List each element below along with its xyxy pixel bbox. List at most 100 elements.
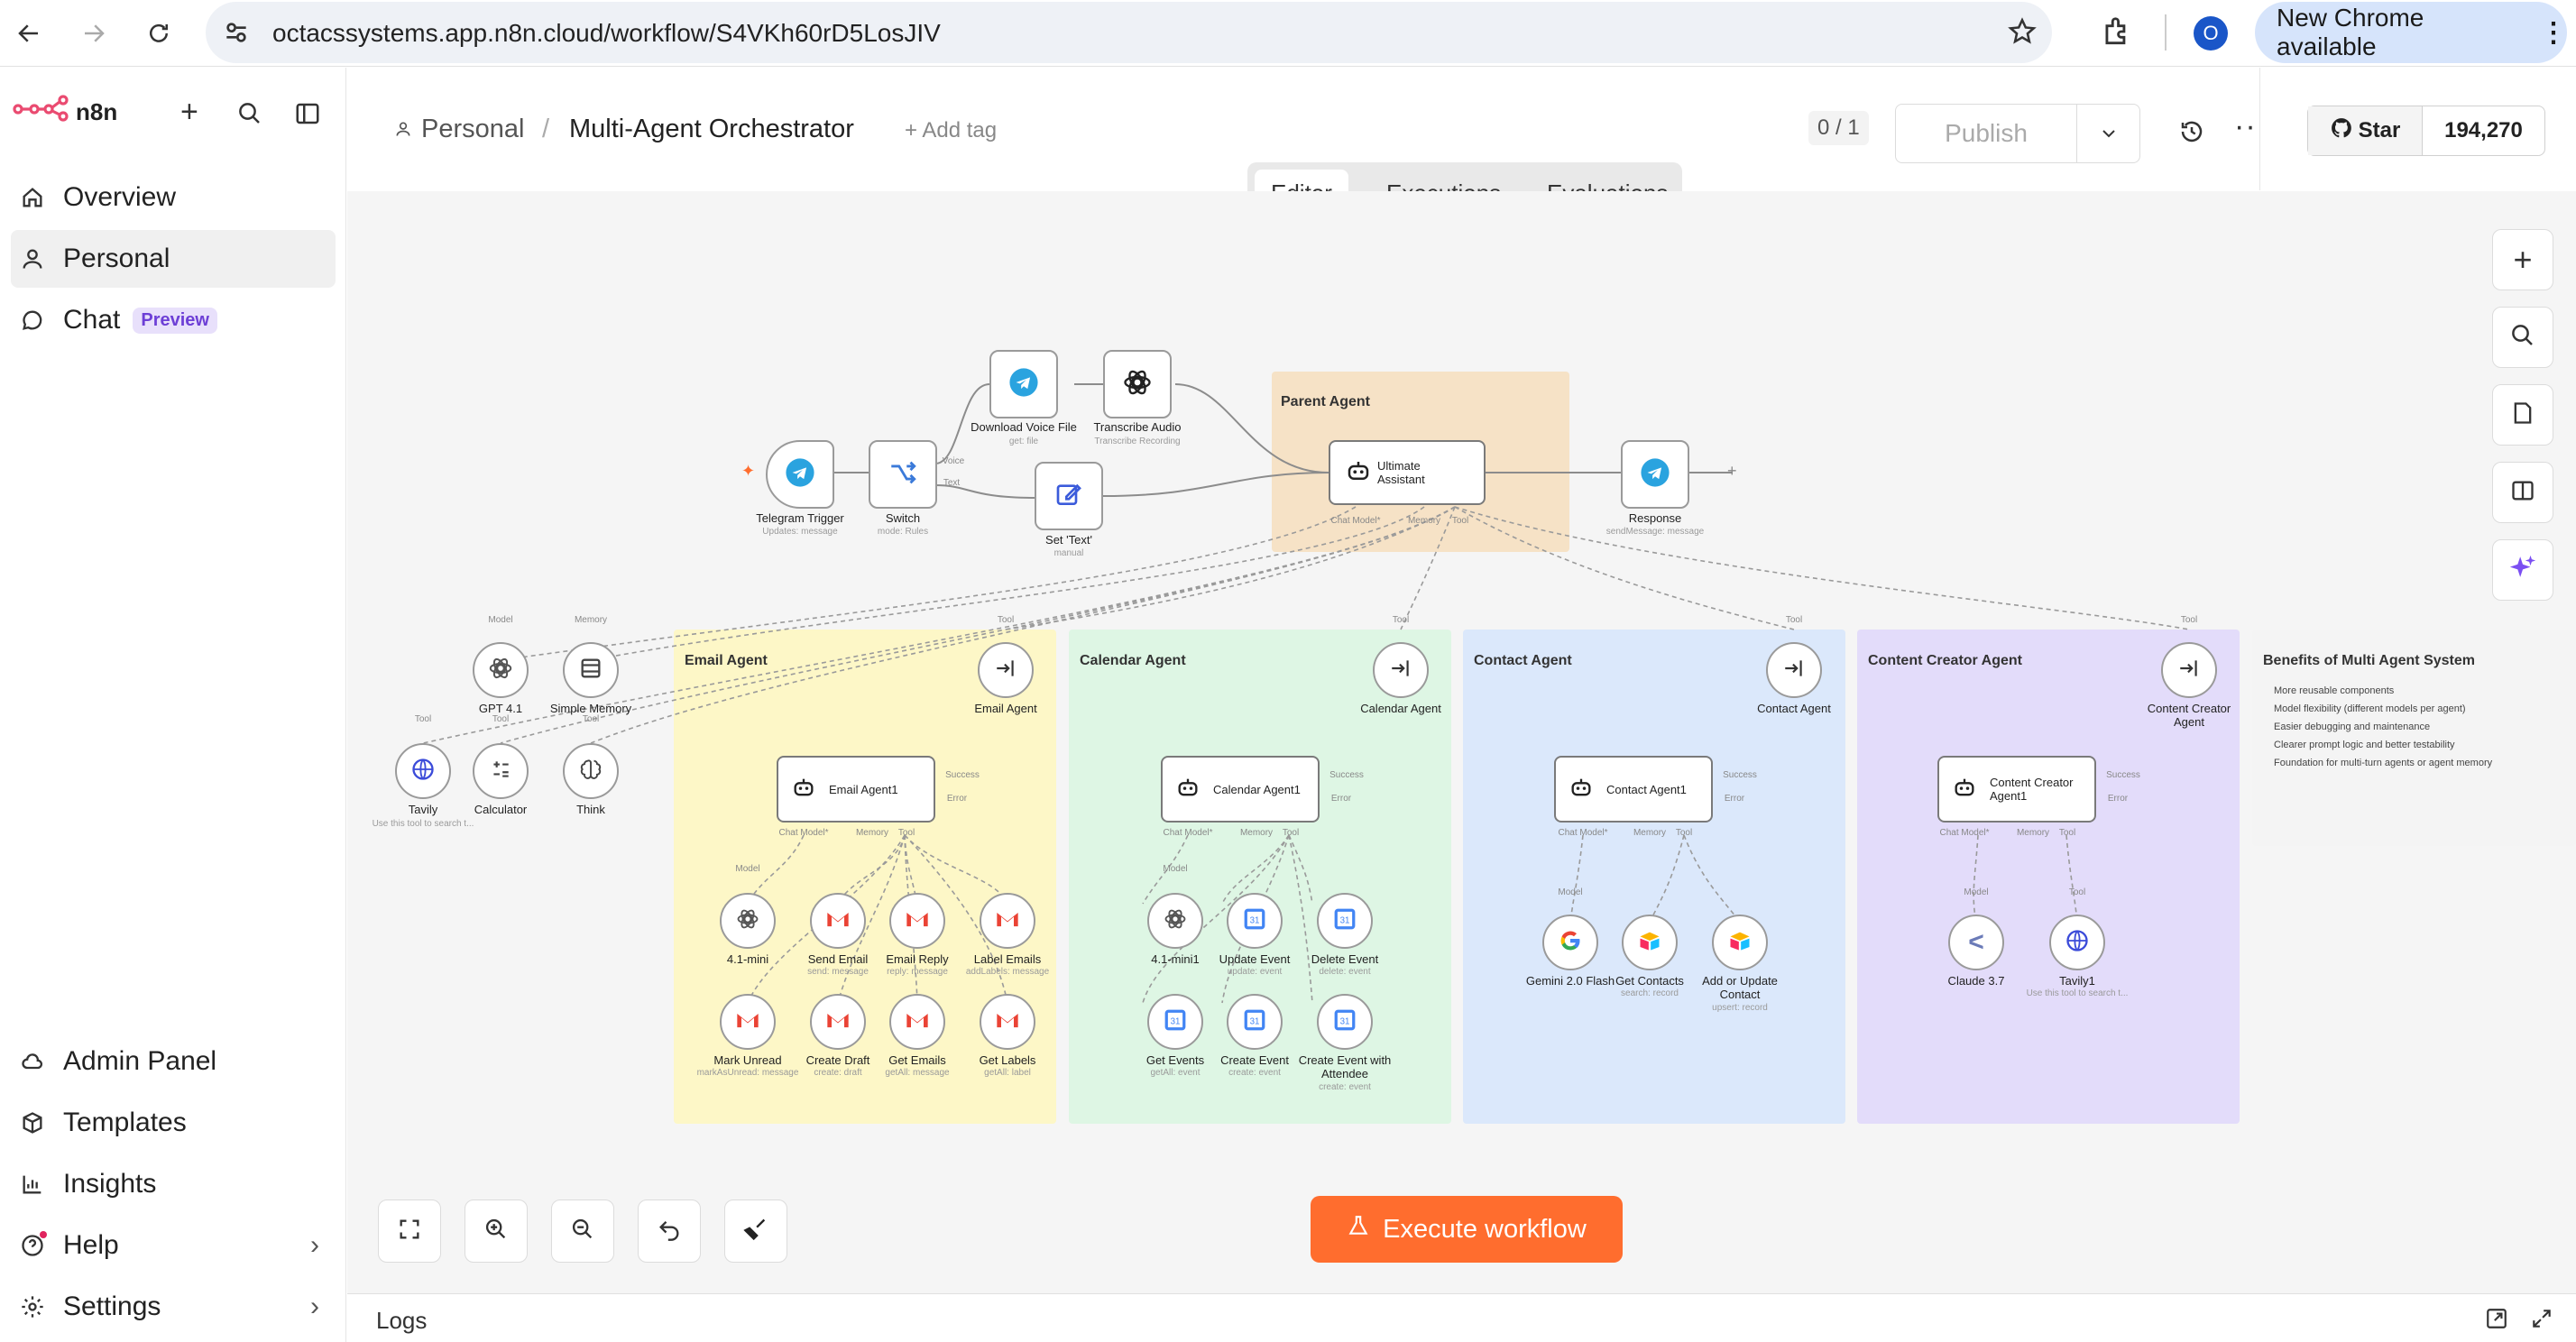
workflow-name[interactable]: Multi-Agent Orchestrator bbox=[569, 115, 854, 144]
forward-icon[interactable] bbox=[74, 14, 114, 53]
gear-icon bbox=[14, 1294, 51, 1319]
calendar-model-node[interactable] bbox=[1147, 893, 1203, 949]
search-icon bbox=[2509, 322, 2536, 354]
port-model: Model bbox=[1964, 887, 1989, 897]
chevron-down-icon[interactable] bbox=[2077, 105, 2139, 162]
ai-assistant-button[interactable] bbox=[2492, 539, 2553, 601]
execute-workflow-button[interactable]: Execute workflow bbox=[1311, 1196, 1623, 1263]
google-calendar-icon: 31 bbox=[1333, 907, 1357, 935]
tavily-node[interactable] bbox=[395, 743, 451, 799]
search-nodes-button[interactable] bbox=[2492, 307, 2553, 368]
add-tag-button[interactable]: + Add tag bbox=[905, 118, 997, 143]
transcribe-audio-node[interactable] bbox=[1103, 350, 1172, 418]
telegram-trigger-node[interactable] bbox=[766, 440, 834, 509]
get-emails-node[interactable] bbox=[889, 994, 945, 1050]
content-creator-agent1-node[interactable]: Content Creator Agent1 bbox=[1937, 756, 2096, 823]
node-label: Response bbox=[1628, 511, 1682, 525]
toggle-panel-button[interactable] bbox=[2492, 462, 2553, 523]
subworkflow-icon bbox=[994, 657, 1017, 685]
reload-icon[interactable] bbox=[139, 14, 179, 53]
database-icon bbox=[578, 656, 603, 685]
email-reply-node[interactable] bbox=[889, 893, 945, 949]
github-star-widget[interactable]: Star 194,270 bbox=[2307, 106, 2545, 156]
get-events-node[interactable]: 31 bbox=[1147, 994, 1203, 1050]
sidebar-item-admin-panel[interactable]: Admin Panel bbox=[11, 1033, 336, 1090]
openai-icon bbox=[487, 655, 514, 686]
contact-agent1-node[interactable]: Contact Agent1 bbox=[1554, 756, 1713, 823]
gemini-node[interactable] bbox=[1542, 915, 1598, 970]
create-event-node[interactable]: 31 bbox=[1227, 994, 1283, 1050]
port-tool: Tool bbox=[492, 714, 510, 724]
contact-agent-tool-node[interactable] bbox=[1766, 642, 1822, 698]
breadcrumb-project[interactable]: Personal bbox=[421, 115, 524, 144]
breadcrumb-separator: / bbox=[542, 115, 550, 143]
extensions-icon[interactable] bbox=[2100, 14, 2134, 53]
sidebar-item-label: Personal bbox=[63, 244, 170, 273]
collapse-sidebar-icon[interactable] bbox=[294, 100, 321, 132]
delete-event-node[interactable]: 31 bbox=[1317, 893, 1373, 949]
switch-node[interactable] bbox=[869, 440, 937, 509]
email-model-node[interactable] bbox=[720, 893, 776, 949]
calculator-node[interactable] bbox=[473, 743, 529, 799]
node-label: Create Event bbox=[1220, 1053, 1289, 1067]
zoom-in-button[interactable] bbox=[465, 1200, 528, 1263]
url-text[interactable]: octacssystems.app.n8n.cloud/workflow/S4V… bbox=[272, 19, 941, 48]
sidebar-item-help[interactable]: Help › bbox=[11, 1217, 336, 1274]
get-labels-node[interactable] bbox=[980, 994, 1035, 1050]
gmail-icon bbox=[735, 1010, 760, 1034]
download-voice-file-node[interactable] bbox=[989, 350, 1058, 418]
content-creator-tool-node[interactable] bbox=[2161, 642, 2217, 698]
email-agent-tool-node[interactable] bbox=[978, 642, 1034, 698]
back-icon[interactable] bbox=[9, 14, 49, 53]
sidebar-item-settings[interactable]: Settings › bbox=[11, 1278, 336, 1336]
create-draft-node[interactable] bbox=[810, 994, 866, 1050]
sticky-note-button[interactable] bbox=[2492, 384, 2553, 446]
sidebar-item-insights[interactable]: Insights bbox=[11, 1155, 336, 1213]
expand-icon[interactable] bbox=[2530, 1307, 2553, 1335]
new-chrome-button[interactable]: New Chrome available ⋮ bbox=[2255, 2, 2567, 63]
tavily1-node[interactable] bbox=[2049, 915, 2105, 970]
github-star-button[interactable]: Star bbox=[2308, 106, 2423, 155]
create-event-attendee-node[interactable]: 31 bbox=[1317, 994, 1373, 1050]
add-node-button[interactable]: + bbox=[2492, 229, 2553, 290]
sidebar-item-chat[interactable]: Chat Preview bbox=[11, 291, 336, 349]
mark-unread-node[interactable] bbox=[720, 994, 776, 1050]
simple-memory-node[interactable] bbox=[563, 642, 619, 698]
add-icon[interactable]: + bbox=[180, 95, 198, 130]
pop-out-icon[interactable] bbox=[2485, 1307, 2508, 1335]
address-bar[interactable]: octacssystems.app.n8n.cloud/workflow/S4V… bbox=[206, 2, 2052, 63]
fit-view-button[interactable] bbox=[378, 1200, 441, 1263]
label-emails-node[interactable] bbox=[980, 893, 1035, 949]
tidy-up-button[interactable] bbox=[724, 1200, 787, 1263]
sidebar-item-templates[interactable]: Templates bbox=[11, 1094, 336, 1152]
bookmark-star-icon[interactable] bbox=[2007, 16, 2038, 51]
response-node[interactable] bbox=[1621, 440, 1689, 509]
sidebar-item-personal[interactable]: Personal bbox=[11, 230, 336, 288]
history-icon[interactable] bbox=[2178, 118, 2205, 150]
send-email-node[interactable] bbox=[810, 893, 866, 949]
zoom-out-button[interactable] bbox=[551, 1200, 614, 1263]
email-agent1-node[interactable]: Email Agent1 bbox=[777, 756, 935, 823]
think-node[interactable] bbox=[563, 743, 619, 799]
undo-button[interactable] bbox=[638, 1200, 701, 1263]
get-contacts-node[interactable] bbox=[1622, 915, 1678, 970]
site-settings-icon[interactable] bbox=[222, 18, 251, 51]
workflow-canvas[interactable]: Parent Agent Email Agent Calendar Agent … bbox=[347, 191, 2576, 1293]
add-update-contact-node[interactable] bbox=[1712, 915, 1768, 970]
sidebar-item-label: Insights bbox=[63, 1169, 157, 1199]
publish-button[interactable]: Publish bbox=[1896, 105, 2077, 162]
add-node-icon[interactable]: + bbox=[1727, 462, 1737, 481]
claude-node[interactable]: < bbox=[1948, 915, 2004, 970]
search-icon[interactable] bbox=[236, 100, 263, 132]
calendar-agent-tool-node[interactable] bbox=[1373, 642, 1429, 698]
ultimate-assistant-node[interactable]: Ultimate Assistant bbox=[1329, 440, 1486, 505]
sidebar-item-overview[interactable]: Overview bbox=[11, 169, 336, 226]
profile-avatar[interactable]: O bbox=[2194, 16, 2228, 51]
calendar-agent1-node[interactable]: Calendar Agent1 bbox=[1161, 756, 1320, 823]
set-text-node[interactable] bbox=[1035, 462, 1103, 530]
logs-panel[interactable]: Logs bbox=[347, 1293, 2576, 1342]
gpt41-node[interactable] bbox=[473, 642, 529, 698]
logs-label: Logs bbox=[376, 1307, 428, 1334]
update-event-node[interactable]: 31 bbox=[1227, 893, 1283, 949]
preview-badge: Preview bbox=[133, 307, 217, 334]
